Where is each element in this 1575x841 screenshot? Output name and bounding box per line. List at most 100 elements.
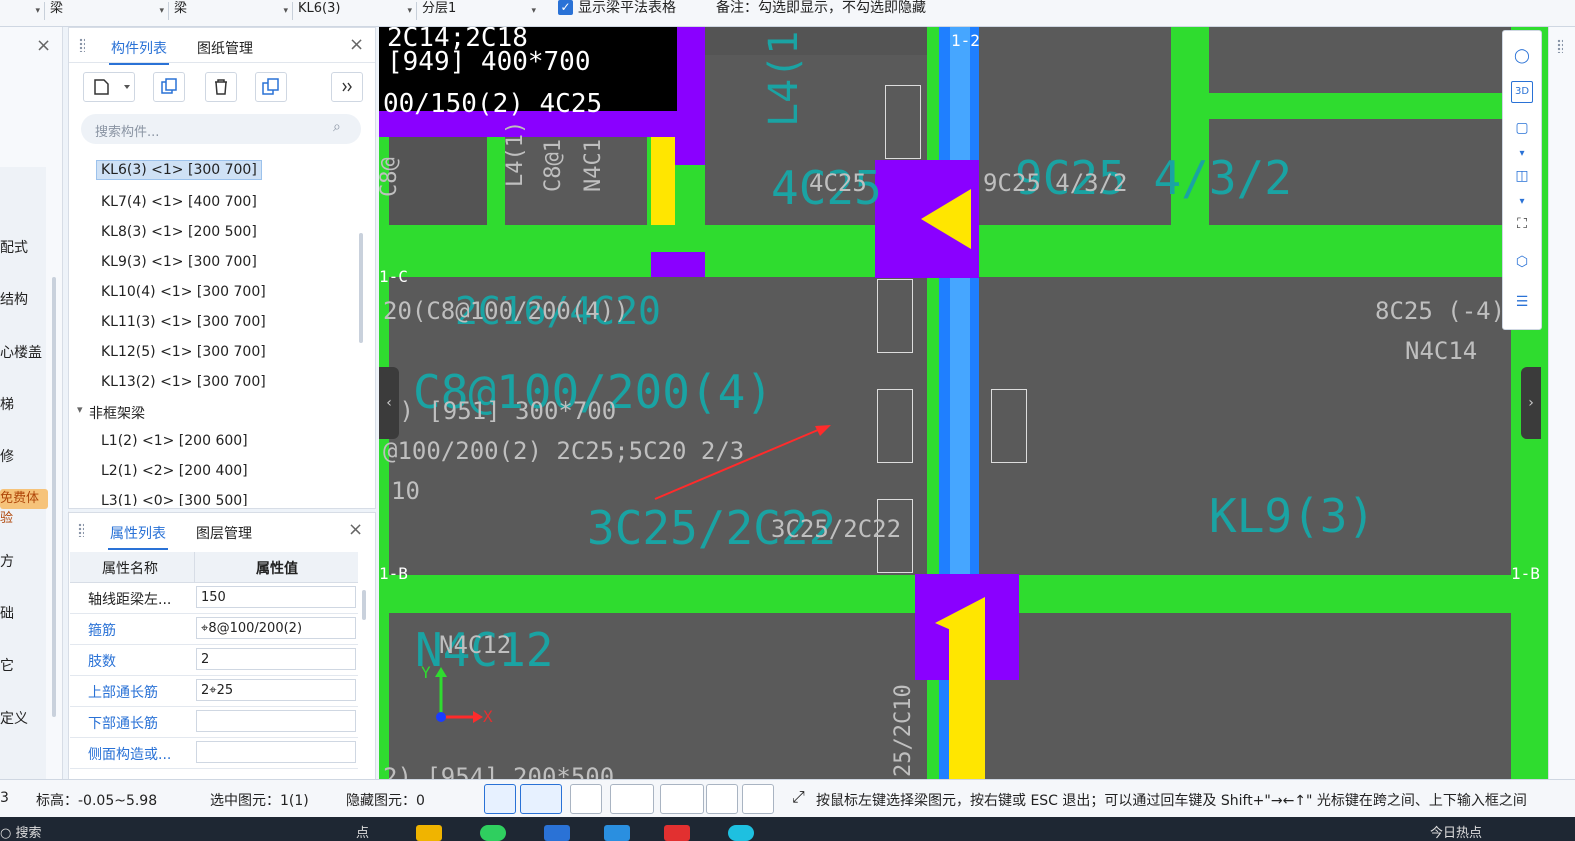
list-item[interactable]: L3(1) <0> [300 500] (101, 493, 248, 506)
nav-item[interactable]: 心楼盖 (0, 342, 42, 362)
chevron-down-icon: ▾ (283, 6, 288, 16)
tab-component-list[interactable]: 构件列表 (109, 38, 169, 65)
group-header[interactable]: 非框架梁 (89, 403, 145, 423)
table-row: 箍筋 ⌖8@100/200(2) (70, 614, 358, 645)
angle-snap-button[interactable] (610, 784, 654, 814)
nav-item[interactable]: 定义 (0, 708, 28, 728)
property-value[interactable]: 2 (196, 648, 356, 670)
chat-icon[interactable] (480, 825, 506, 841)
print-button[interactable] (706, 784, 738, 814)
orbit-icon[interactable]: ◯ (1511, 45, 1533, 67)
app-icon[interactable] (544, 825, 570, 841)
list-item[interactable]: L1(2) <1> [200 600] (101, 433, 248, 449)
property-value[interactable] (196, 741, 356, 763)
app-icon[interactable] (604, 825, 630, 841)
show-table-checkbox[interactable]: ✓ (558, 0, 573, 15)
new-component-button[interactable] (83, 72, 135, 102)
red-arrow-icon (654, 425, 831, 500)
select-mode-button[interactable] (520, 784, 562, 814)
list-item[interactable]: KL8(3) <1> [200 500] (101, 224, 257, 240)
drag-handle-icon[interactable] (1557, 39, 1563, 53)
dropdown-component[interactable]: KL6(3) ▾ (298, 0, 416, 22)
search-box[interactable]: 搜索构件... ⌕ (81, 114, 361, 144)
property-value[interactable]: 150 (196, 586, 356, 608)
more-button[interactable] (331, 72, 363, 102)
table-row: 上部通长筋 2⌖25 (70, 676, 358, 707)
nav-item[interactable]: 础 (0, 603, 14, 623)
news-widget[interactable]: 今日热点 (1430, 822, 1482, 841)
search-icon[interactable]: ⌕ (333, 119, 341, 135)
list-item[interactable]: KL10(4) <1> [300 700] (101, 284, 266, 300)
ortho-button[interactable] (484, 784, 516, 814)
list-item[interactable]: KL11(3) <1> [300 700] (101, 314, 266, 330)
fullscreen-icon[interactable]: ⛶ (1511, 213, 1533, 235)
3d-view-icon[interactable]: 3D (1511, 81, 1533, 103)
nav-item[interactable]: 它 (0, 655, 14, 675)
nav-item[interactable]: 方 (0, 551, 14, 571)
dropdown-0[interactable]: ▾ (0, 0, 44, 22)
tab-property-list[interactable]: 属性列表 (108, 523, 168, 550)
nav-item[interactable]: 结构 (0, 289, 28, 309)
copy-icon (161, 78, 177, 94)
scrollbar[interactable] (52, 277, 56, 717)
cross-select-button[interactable] (570, 784, 602, 814)
property-value[interactable]: 2⌖25 (196, 679, 356, 701)
property-value[interactable] (196, 710, 356, 732)
search-input[interactable]: 搜索构件... (95, 121, 159, 140)
dropdown-layer[interactable]: 分层1 ▾ (422, 0, 540, 22)
dropdown-component-type[interactable]: 梁 ▾ (174, 0, 292, 22)
close-icon[interactable]: × (36, 35, 51, 56)
list-item[interactable]: KL12(5) <1> [300 700] (101, 344, 266, 360)
delete-button[interactable] (205, 72, 237, 102)
collapse-left-handle[interactable]: ‹ (379, 367, 399, 439)
curve-button[interactable] (742, 784, 774, 814)
offset-button[interactable] (660, 784, 704, 814)
properties-view-icon[interactable]: ☰ (1511, 291, 1533, 313)
new-file-icon (94, 79, 130, 95)
beam-horizontal[interactable] (1199, 93, 1549, 119)
property-name: 上部通长筋 (88, 685, 158, 701)
list-item[interactable]: KL6(3) <1> [300 700] (96, 160, 262, 180)
layer-copy-button[interactable] (255, 72, 287, 102)
view-toolbar: ◯ 3D ▢ ▾ ◫ ▾ ⛶ ⬡ ☰ (1502, 30, 1542, 330)
list-item[interactable]: KL9(3) <1> [300 700] (101, 254, 257, 270)
browser-icon[interactable] (728, 825, 754, 841)
box-select-icon[interactable]: ⬡ (1511, 251, 1533, 273)
chevron-down-icon[interactable]: ▾ (1511, 191, 1533, 213)
list-item[interactable]: KL13(2) <1> [300 700] (101, 374, 266, 390)
show-table-label[interactable]: 显示梁平法表格 (578, 0, 676, 16)
drag-handle-icon[interactable] (79, 38, 85, 52)
cad-canvas[interactable]: 2C14;2C18 [949] 400*700 00/150(2) 4C25 1… (379, 27, 1549, 779)
list-item[interactable]: L2(1) <2> [200 400] (101, 463, 248, 479)
close-icon[interactable]: × (349, 34, 364, 55)
taskbar-search[interactable]: ○ 搜索 (0, 822, 42, 841)
nav-item[interactable]: 修 (0, 446, 14, 466)
chevron-down-icon: ▾ (35, 6, 40, 16)
col-name-header: 属性名称 (102, 561, 158, 577)
dropdown-floor-type[interactable]: 梁 ▾ (50, 0, 168, 22)
chevron-down-icon[interactable]: ▾ (1511, 143, 1533, 165)
collapse-icon[interactable]: ▾ (77, 403, 83, 416)
promo-badge[interactable]: 免费体验 (0, 489, 48, 526)
collapse-right-handle[interactable]: › (1521, 367, 1541, 439)
folder-icon[interactable] (416, 825, 442, 841)
scrollbar[interactable] (362, 590, 366, 620)
copy-button[interactable] (153, 72, 185, 102)
cube-outline-icon[interactable]: ▢ (1511, 117, 1533, 139)
close-icon[interactable]: × (348, 519, 363, 540)
toolbar-note: 备注：勾选即显示，不勾选即隐藏 (716, 0, 926, 16)
app-icon[interactable] (664, 825, 690, 841)
tab-drawing-management[interactable]: 图纸管理 (197, 38, 253, 58)
resize-icon: ⤢ (792, 787, 805, 806)
col-value-header: 属性值 (256, 561, 298, 577)
drag-handle-icon[interactable] (78, 523, 84, 537)
property-name: 箍筋 (88, 623, 116, 639)
tab-layer-management[interactable]: 图层管理 (196, 523, 252, 543)
cube-filled-icon[interactable]: ◫ (1511, 165, 1533, 187)
nav-item[interactable]: 梯 (0, 394, 14, 414)
scrollbar[interactable] (359, 233, 363, 343)
list-item[interactable]: KL7(4) <1> [400 700] (101, 194, 257, 210)
nav-item[interactable]: 配式 (0, 237, 28, 257)
axis-label: 1-B (379, 564, 408, 583)
property-value[interactable]: ⌖8@100/200(2) (196, 617, 356, 639)
